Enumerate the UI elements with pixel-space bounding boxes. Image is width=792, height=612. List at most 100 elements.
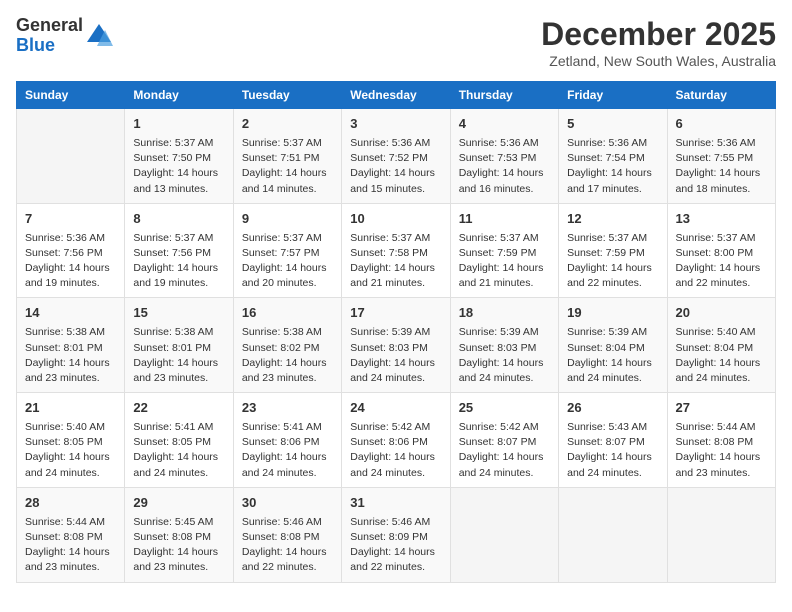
logo-blue: Blue	[16, 36, 83, 56]
day-number: 27	[676, 399, 767, 418]
day-info: Sunrise: 5:39 AM Sunset: 8:03 PM Dayligh…	[350, 325, 441, 386]
day-number: 29	[133, 494, 224, 513]
day-info: Sunrise: 5:46 AM Sunset: 8:09 PM Dayligh…	[350, 515, 441, 576]
day-number: 20	[676, 304, 767, 323]
day-number: 1	[133, 115, 224, 134]
calendar-cell: 12Sunrise: 5:37 AM Sunset: 7:59 PM Dayli…	[559, 203, 667, 298]
day-number: 14	[25, 304, 116, 323]
day-info: Sunrise: 5:37 AM Sunset: 7:59 PM Dayligh…	[567, 231, 658, 292]
day-info: Sunrise: 5:36 AM Sunset: 7:55 PM Dayligh…	[676, 136, 767, 197]
logo-icon	[85, 22, 113, 50]
day-number: 10	[350, 210, 441, 229]
calendar-cell: 7 Sunrise: 5:36 AM Sunset: 7:56 PM Daylig…	[17, 203, 125, 298]
calendar-cell: 11Sunrise: 5:37 AM Sunset: 7:59 PM Dayli…	[450, 203, 558, 298]
month-title: December 2025	[541, 16, 776, 53]
day-number: 3	[350, 115, 441, 134]
weekday-header: Sunday	[17, 82, 125, 109]
logo-general: General	[16, 16, 83, 36]
calendar-cell: 9Sunrise: 5:37 AM Sunset: 7:57 PM Daylig…	[233, 203, 341, 298]
day-number: 18	[459, 304, 550, 323]
calendar-cell: 16Sunrise: 5:38 AM Sunset: 8:02 PM Dayli…	[233, 298, 341, 393]
day-info: Sunrise: 5:42 AM Sunset: 8:07 PM Dayligh…	[459, 420, 550, 481]
day-number: 11	[459, 210, 550, 229]
day-number: 17	[350, 304, 441, 323]
calendar-week-row: 14 Sunrise: 5:38 AM Sunset: 8:01 PM Dayli…	[17, 298, 776, 393]
calendar-cell: 19 Sunrise: 5:39 AM Sunset: 8:04 PM Dayli…	[559, 298, 667, 393]
day-info: Sunrise: 5:46 AM Sunset: 8:08 PM Dayligh…	[242, 515, 333, 576]
day-number: 8	[133, 210, 224, 229]
calendar-cell: 28 Sunrise: 5:44 AM Sunset: 8:08 PM Dayli…	[17, 487, 125, 582]
day-info: Sunrise: 5:42 AM Sunset: 8:06 PM Dayligh…	[350, 420, 441, 481]
day-number: 22	[133, 399, 224, 418]
weekday-header: Monday	[125, 82, 233, 109]
day-info: Sunrise: 5:37 AM Sunset: 7:58 PM Dayligh…	[350, 231, 441, 292]
day-number: 21	[25, 399, 116, 418]
day-info: Sunrise: 5:44 AM Sunset: 8:08 PM Dayligh…	[25, 515, 116, 576]
calendar-cell: 5 Sunrise: 5:36 AM Sunset: 7:54 PM Daylig…	[559, 109, 667, 204]
title-block: December 2025 Zetland, New South Wales, …	[541, 16, 776, 69]
calendar-cell: 23 Sunrise: 5:41 AM Sunset: 8:06 PM Dayli…	[233, 393, 341, 488]
calendar-cell: 26 Sunrise: 5:43 AM Sunset: 8:07 PM Dayli…	[559, 393, 667, 488]
calendar-cell: 27Sunrise: 5:44 AM Sunset: 8:08 PM Dayli…	[667, 393, 775, 488]
day-number: 30	[242, 494, 333, 513]
calendar-cell: 29 Sunrise: 5:45 AM Sunset: 8:08 PM Dayli…	[125, 487, 233, 582]
day-number: 5	[567, 115, 658, 134]
day-info: Sunrise: 5:36 AM Sunset: 7:56 PM Dayligh…	[25, 231, 116, 292]
day-number: 24	[350, 399, 441, 418]
day-info: Sunrise: 5:36 AM Sunset: 7:52 PM Dayligh…	[350, 136, 441, 197]
weekday-header: Saturday	[667, 82, 775, 109]
day-number: 19	[567, 304, 658, 323]
weekday-header: Tuesday	[233, 82, 341, 109]
calendar-cell: 17 Sunrise: 5:39 AM Sunset: 8:03 PM Dayli…	[342, 298, 450, 393]
calendar-cell: 8Sunrise: 5:37 AM Sunset: 7:56 PM Daylig…	[125, 203, 233, 298]
calendar-cell: 22 Sunrise: 5:41 AM Sunset: 8:05 PM Dayli…	[125, 393, 233, 488]
day-number: 25	[459, 399, 550, 418]
calendar-cell: 31Sunrise: 5:46 AM Sunset: 8:09 PM Dayli…	[342, 487, 450, 582]
day-number: 15	[133, 304, 224, 323]
day-info: Sunrise: 5:41 AM Sunset: 8:05 PM Dayligh…	[133, 420, 224, 481]
calendar-cell: 30 Sunrise: 5:46 AM Sunset: 8:08 PM Dayli…	[233, 487, 341, 582]
day-info: Sunrise: 5:36 AM Sunset: 7:54 PM Dayligh…	[567, 136, 658, 197]
day-number: 4	[459, 115, 550, 134]
day-number: 7	[25, 210, 116, 229]
day-info: Sunrise: 5:40 AM Sunset: 8:04 PM Dayligh…	[676, 325, 767, 386]
calendar-week-row: 1 Sunrise: 5:37 AM Sunset: 7:50 PM Daylig…	[17, 109, 776, 204]
day-info: Sunrise: 5:38 AM Sunset: 8:01 PM Dayligh…	[25, 325, 116, 386]
day-number: 9	[242, 210, 333, 229]
day-info: Sunrise: 5:39 AM Sunset: 8:04 PM Dayligh…	[567, 325, 658, 386]
calendar-cell	[559, 487, 667, 582]
calendar-cell: 1 Sunrise: 5:37 AM Sunset: 7:50 PM Daylig…	[125, 109, 233, 204]
day-info: Sunrise: 5:40 AM Sunset: 8:05 PM Dayligh…	[25, 420, 116, 481]
day-info: Sunrise: 5:41 AM Sunset: 8:06 PM Dayligh…	[242, 420, 333, 481]
day-info: Sunrise: 5:37 AM Sunset: 7:51 PM Dayligh…	[242, 136, 333, 197]
calendar-table: SundayMondayTuesdayWednesdayThursdayFrid…	[16, 81, 776, 583]
day-number: 28	[25, 494, 116, 513]
page-header: General Blue December 2025 Zetland, New …	[16, 16, 776, 69]
calendar-cell: 24 Sunrise: 5:42 AM Sunset: 8:06 PM Dayli…	[342, 393, 450, 488]
day-info: Sunrise: 5:37 AM Sunset: 8:00 PM Dayligh…	[676, 231, 767, 292]
calendar-cell	[17, 109, 125, 204]
day-info: Sunrise: 5:37 AM Sunset: 7:50 PM Dayligh…	[133, 136, 224, 197]
day-number: 23	[242, 399, 333, 418]
location: Zetland, New South Wales, Australia	[541, 53, 776, 69]
calendar-week-row: 7 Sunrise: 5:36 AM Sunset: 7:56 PM Daylig…	[17, 203, 776, 298]
calendar-cell: 21 Sunrise: 5:40 AM Sunset: 8:05 PM Dayli…	[17, 393, 125, 488]
day-number: 13	[676, 210, 767, 229]
day-info: Sunrise: 5:43 AM Sunset: 8:07 PM Dayligh…	[567, 420, 658, 481]
weekday-header: Wednesday	[342, 82, 450, 109]
calendar-week-row: 21 Sunrise: 5:40 AM Sunset: 8:05 PM Dayli…	[17, 393, 776, 488]
calendar-cell: 2Sunrise: 5:37 AM Sunset: 7:51 PM Daylig…	[233, 109, 341, 204]
calendar-cell: 13 Sunrise: 5:37 AM Sunset: 8:00 PM Dayli…	[667, 203, 775, 298]
calendar-cell: 15Sunrise: 5:38 AM Sunset: 8:01 PM Dayli…	[125, 298, 233, 393]
day-number: 26	[567, 399, 658, 418]
calendar-cell: 20 Sunrise: 5:40 AM Sunset: 8:04 PM Dayli…	[667, 298, 775, 393]
logo: General Blue	[16, 16, 113, 56]
day-info: Sunrise: 5:39 AM Sunset: 8:03 PM Dayligh…	[459, 325, 550, 386]
calendar-cell: 14 Sunrise: 5:38 AM Sunset: 8:01 PM Dayli…	[17, 298, 125, 393]
day-info: Sunrise: 5:45 AM Sunset: 8:08 PM Dayligh…	[133, 515, 224, 576]
day-info: Sunrise: 5:36 AM Sunset: 7:53 PM Dayligh…	[459, 136, 550, 197]
calendar-cell: 18 Sunrise: 5:39 AM Sunset: 8:03 PM Dayli…	[450, 298, 558, 393]
calendar-cell: 10 Sunrise: 5:37 AM Sunset: 7:58 PM Dayli…	[342, 203, 450, 298]
calendar-cell	[450, 487, 558, 582]
calendar-cell: 3 Sunrise: 5:36 AM Sunset: 7:52 PM Daylig…	[342, 109, 450, 204]
